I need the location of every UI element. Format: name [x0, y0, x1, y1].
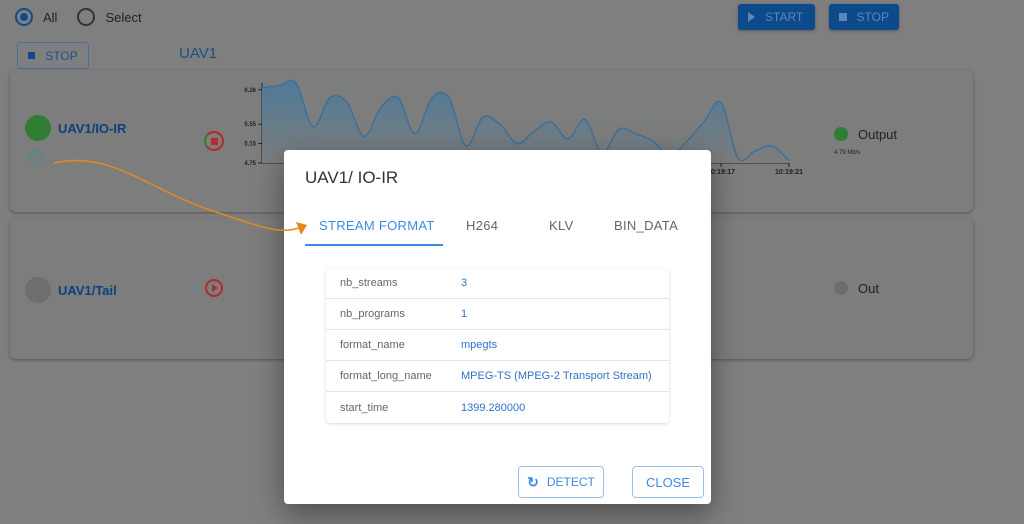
- stream-info-dialog: UAV1/ IO-IR STREAM FORMAT H264 KLV BIN_D…: [284, 150, 711, 504]
- table-row: nb_programs 1: [326, 299, 669, 330]
- row-value: mpegts: [461, 339, 498, 351]
- row-value: MPEG-TS (MPEG-2 Transport Stream): [461, 370, 652, 382]
- y-tick-label: 6.26: [244, 88, 256, 94]
- row-key: format_name: [340, 339, 405, 351]
- x-tick-label: 10:19:17: [707, 169, 735, 176]
- row-key: nb_programs: [340, 308, 405, 320]
- stream-format-table: nb_streams 3 nb_programs 1 format_name mpegts…: [326, 268, 669, 423]
- table-row: nb_streams 3: [326, 268, 669, 299]
- tab-h264[interactable]: H264: [466, 218, 498, 233]
- y-tick-label: 5.55: [244, 122, 256, 128]
- table-row: start_time 1399.280000: [326, 392, 669, 423]
- row-value: 1: [461, 308, 468, 320]
- tab-klv[interactable]: KLV: [549, 218, 574, 233]
- table-row: format_long_name MPEG-TS (MPEG-2 Transpor…: [326, 361, 669, 392]
- row-value: 3: [461, 277, 468, 289]
- detect-label: DETECT: [546, 475, 595, 489]
- table-row: format_name mpegts: [326, 330, 669, 361]
- tab-bin-data[interactable]: BIN_DATA: [614, 218, 678, 233]
- row-key: format_long_name: [340, 370, 432, 382]
- row-value: 1399.280000: [461, 401, 526, 414]
- detect-button[interactable]: ↻ DETECT: [518, 466, 604, 498]
- refresh-icon: ↻: [527, 473, 539, 490]
- y-tick-label: 5.15: [244, 142, 256, 148]
- x-tick-label: 10:19:21: [775, 169, 803, 176]
- row-key: nb_streams: [340, 277, 398, 289]
- y-tick-label: 4.75: [244, 161, 256, 167]
- row-key: start_time: [340, 401, 389, 414]
- dialog-title: UAV1/ IO-IR: [305, 168, 399, 187]
- tab-stream-format[interactable]: STREAM FORMAT: [319, 218, 435, 233]
- active-tab-indicator: [305, 244, 443, 246]
- close-button[interactable]: CLOSE: [632, 466, 704, 498]
